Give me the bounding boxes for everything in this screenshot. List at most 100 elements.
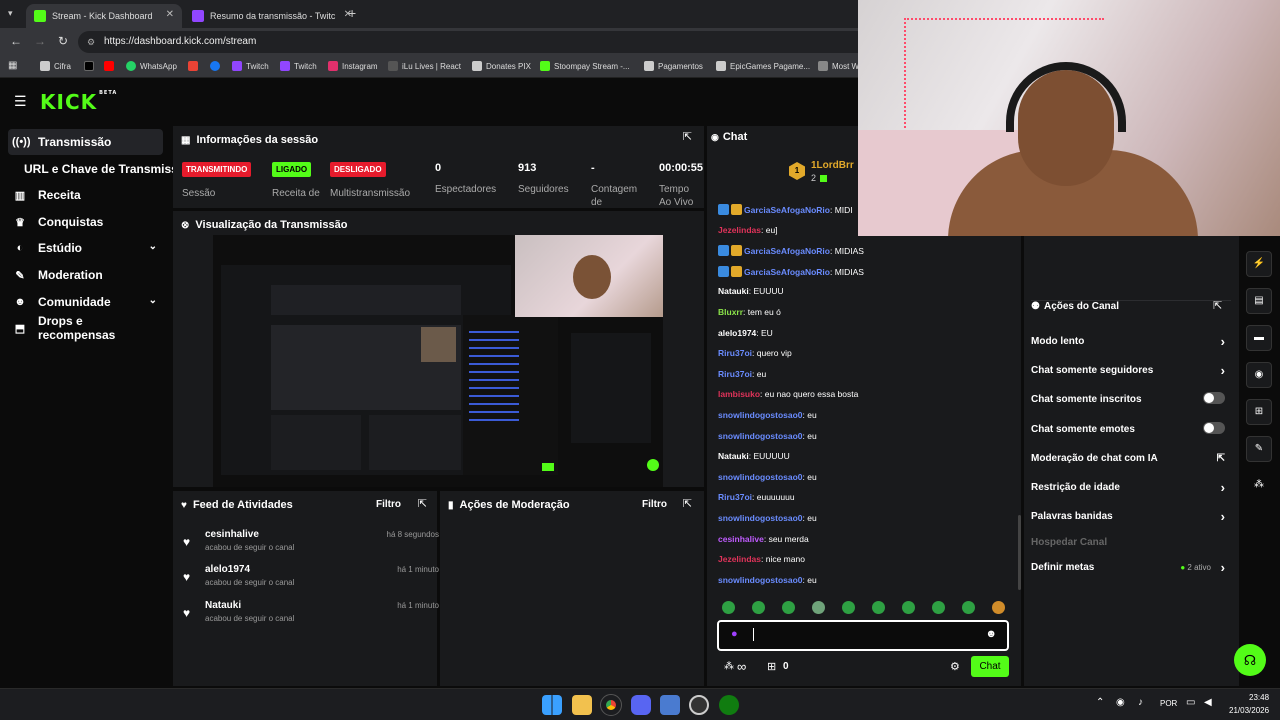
- bookmark-most-w[interactable]: Most W: [818, 61, 859, 71]
- action-emotes-only[interactable]: Chat somente emotes: [1031, 422, 1229, 435]
- chat-username[interactable]: lambisuko: [718, 389, 760, 399]
- network-icon[interactable]: ▭: [1186, 697, 1195, 708]
- tab-kick-dashboard[interactable]: Stream - Kick Dashboard ✕: [26, 4, 182, 28]
- quick-action-gift[interactable]: ⊞: [1246, 399, 1272, 425]
- back-icon[interactable]: ←: [10, 34, 22, 48]
- obs-icon[interactable]: [689, 695, 709, 715]
- chat-settings-icon[interactable]: ⚙: [950, 660, 960, 673]
- volume-icon[interactable]: ◀: [1204, 697, 1212, 708]
- sidebar-item-comunidade[interactable]: ☻ Comunidade ⌄: [8, 289, 163, 315]
- chat-username[interactable]: alelo1974: [718, 328, 756, 338]
- bookmark-youtube[interactable]: [104, 61, 118, 71]
- chat-username[interactable]: snowlindogostosao0: [718, 472, 803, 482]
- bookmark-whatsapp[interactable]: WhatsApp: [126, 61, 177, 71]
- feed-filter-button[interactable]: Filtro: [376, 499, 401, 510]
- forward-icon[interactable]: →: [34, 34, 46, 48]
- close-tab-icon[interactable]: ✕: [166, 9, 174, 20]
- tray-mic-icon[interactable]: ♪: [1138, 697, 1143, 708]
- chat-username[interactable]: snowlindogostosao0: [718, 513, 803, 523]
- bookmark-facebook[interactable]: [210, 61, 224, 71]
- chat-username[interactable]: cesinhalive: [718, 534, 764, 544]
- quick-action-wrench[interactable]: ✎: [1246, 436, 1272, 462]
- bookmark-x[interactable]: [84, 61, 98, 71]
- emote-icon[interactable]: [782, 601, 795, 614]
- chrome-icon[interactable]: [600, 694, 622, 716]
- bookmark-stoompay[interactable]: Stoompay Stream -...: [540, 61, 630, 71]
- stream-preview-video[interactable]: [213, 235, 663, 487]
- gift-box-icon[interactable]: ⊞: [767, 660, 776, 673]
- tray-discord-icon[interactable]: ◉: [1116, 697, 1125, 708]
- quick-action-clipboard[interactable]: ▤: [1246, 288, 1272, 314]
- chat-username[interactable]: GarciaSeAfogaNoRio: [744, 205, 830, 215]
- site-info-icon[interactable]: ⚙: [87, 31, 95, 53]
- chat-username[interactable]: GarciaSeAfogaNoRio: [744, 246, 830, 256]
- moderation-filter-button[interactable]: Filtro: [642, 499, 667, 510]
- kick-logo[interactable]: KICK BETA: [40, 90, 117, 114]
- chat-scrollbar[interactable]: [1018, 515, 1021, 590]
- emote-icon[interactable]: [842, 601, 855, 614]
- xbox-icon[interactable]: [719, 695, 739, 715]
- sidebar-item-estudio[interactable]: ◐ Estúdio ⌄: [8, 235, 163, 261]
- emote-icon[interactable]: [962, 601, 975, 614]
- chat-username[interactable]: Natauki: [718, 286, 749, 296]
- bookmark-gmail[interactable]: [188, 61, 202, 71]
- infinite-points-icon[interactable]: ⁂: [724, 661, 734, 672]
- sidebar-item-drops[interactable]: ⬒ Drops e recompensas: [8, 314, 163, 342]
- action-subscribers-only[interactable]: Chat somente inscritos: [1031, 392, 1229, 405]
- url-input[interactable]: ⚙ https://dashboard.kick.com/stream: [78, 31, 878, 53]
- clock-date[interactable]: 21/03/2026: [1229, 706, 1269, 715]
- pinned-gifter[interactable]: 1 1LordBrr 2: [789, 160, 859, 186]
- chat-send-button[interactable]: Chat: [971, 656, 1009, 677]
- chat-input[interactable]: ● ☻: [717, 620, 1009, 651]
- action-followers-only[interactable]: Chat somente seguidores ›: [1031, 363, 1229, 378]
- subscribers-only-toggle[interactable]: [1203, 392, 1225, 404]
- chat-username[interactable]: Jezelindas: [718, 225, 761, 235]
- bookmark-twitch-2[interactable]: Twitch: [280, 61, 317, 71]
- chat-username[interactable]: snowlindogostosao0: [718, 410, 803, 420]
- emoji-picker-icon[interactable]: ☻: [985, 628, 997, 640]
- action-set-goals[interactable]: Definir metas ● 2 ativo ›: [1031, 560, 1229, 575]
- discord-icon[interactable]: [631, 695, 651, 715]
- expand-icon[interactable]: ⇱: [683, 130, 692, 143]
- emote-icon[interactable]: [812, 601, 825, 614]
- tray-app-icon[interactable]: [660, 695, 680, 715]
- sidebar-item-conquistas[interactable]: ♛ Conquistas: [8, 209, 163, 235]
- emote-icon[interactable]: [932, 601, 945, 614]
- sidebar-item-receita[interactable]: ▥ Receita: [8, 182, 163, 208]
- quick-action-chat[interactable]: ▬: [1246, 325, 1272, 351]
- tab-twitch-summary[interactable]: Resumo da transmissão - Twitc ✕: [184, 4, 360, 28]
- bookmark-donates-pix[interactable]: Donates PIX: [472, 61, 531, 71]
- bookmark-epicgames[interactable]: EpicGames Pagame...: [716, 61, 810, 71]
- bookmark-cifra[interactable]: Cifra: [40, 61, 71, 71]
- sidebar-item-moderation[interactable]: ✎ Moderation: [8, 262, 163, 288]
- chat-username[interactable]: Riru37oi: [718, 492, 752, 502]
- action-banned-words[interactable]: Palavras banidas ›: [1031, 509, 1229, 524]
- quick-action-broadcast[interactable]: ◉: [1246, 362, 1272, 388]
- bookmark-twitch-1[interactable]: Twitch: [232, 61, 269, 71]
- expand-icon[interactable]: ⇱: [683, 497, 692, 510]
- chat-username[interactable]: snowlindogostosao0: [718, 431, 803, 441]
- sidebar-item-transmissao[interactable]: ((•)) Transmissão: [8, 129, 163, 155]
- chat-username[interactable]: Riru37oi: [718, 348, 752, 358]
- apps-grid-icon[interactable]: ▦: [8, 60, 17, 71]
- chat-username[interactable]: Riru37oi: [718, 369, 752, 379]
- action-age-restriction[interactable]: Restrição de idade ›: [1031, 480, 1229, 495]
- windows-start-icon[interactable]: [542, 695, 562, 715]
- file-explorer-icon[interactable]: [572, 695, 592, 715]
- quick-action-more[interactable]: ⁂: [1246, 473, 1272, 499]
- emote-icon[interactable]: [722, 601, 735, 614]
- bookmark-instagram[interactable]: Instagram: [328, 61, 378, 71]
- bookmark-pagamentos[interactable]: Pagamentos: [644, 61, 703, 71]
- action-ai-moderation[interactable]: Moderação de chat com IA ⇱: [1031, 453, 1229, 464]
- chat-username[interactable]: snowlindogostosao0: [718, 575, 803, 585]
- chat-username[interactable]: Jezelindas: [718, 554, 761, 564]
- sidebar-item-url-chave[interactable]: URL e Chave de Transmissão: [8, 156, 174, 182]
- chat-username[interactable]: Bluxrr: [718, 307, 743, 317]
- chat-username[interactable]: Natauki: [718, 451, 749, 461]
- help-chat-button[interactable]: ☊: [1234, 644, 1266, 676]
- emote-icon[interactable]: [992, 601, 1005, 614]
- bookmark-ilu-lives[interactable]: iLu Lives | React: [388, 61, 461, 71]
- action-slow-mode[interactable]: Modo lento ›: [1031, 334, 1229, 349]
- quick-action-lightning[interactable]: ⚡: [1246, 251, 1272, 277]
- language-indicator[interactable]: POR: [1160, 699, 1177, 708]
